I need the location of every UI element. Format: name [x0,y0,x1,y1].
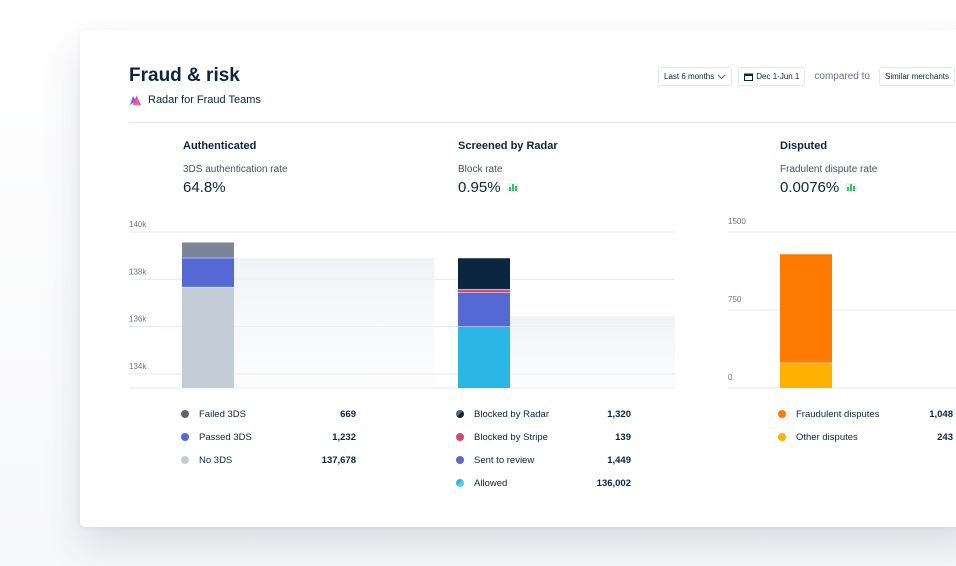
legend-value: 1,449 [607,454,631,466]
legend-value: 1,320 [607,408,631,420]
legend-value: 1,232 [332,431,356,443]
bar-shadow-band [234,257,434,388]
legend-swatch [456,433,464,441]
legend-value: 669 [340,408,356,420]
legend-swatch [456,479,464,487]
legend-label: Allowed [474,477,508,489]
bar-segment-other-disputes [780,362,832,388]
legend-item[interactable]: Sent to review 1,449 [456,453,631,467]
y-tick-label: 138k [129,267,147,276]
legend-swatch [778,410,786,418]
y-tick-label: 140k [129,220,147,229]
legend-label: Other disputes [796,431,858,443]
legend-label: Failed 3DS [199,408,246,420]
bar-segment-fraudulent-disputes [780,253,832,363]
legend-item[interactable]: Passed 3DS 1,232 [181,430,356,444]
legend-label: Blocked by Radar [474,408,549,420]
bar-shadow-band [510,316,675,388]
bar-segment-allowed [458,326,510,388]
legend-value: 136,002 [596,477,631,489]
legend-item[interactable]: Other disputes 243 [778,430,953,444]
legend-item[interactable]: Allowed 136,002 [456,476,631,490]
y-tick-label: 1500 [728,217,746,226]
legend-value: 137,678 [321,454,356,466]
legend-swatch [181,456,189,464]
legend-label: Passed 3DS [199,431,252,443]
legend-item[interactable]: Failed 3DS 669 [181,407,356,421]
bar-segment-passed-3ds [182,257,234,287]
y-tick-label: 750 [728,295,742,304]
legend-item[interactable]: Blocked by Stripe 139 [456,430,631,444]
legend-swatch [456,410,464,418]
y-tick-label: 136k [129,315,147,324]
bar-segment-blocked-by-radar [458,257,510,289]
y-tick-label: 0 [728,373,733,382]
legend-label: Blocked by Stripe [474,431,548,443]
legend-swatch [456,456,464,464]
legend-value: 139 [615,431,631,443]
bar-segment-sent-to-review [458,292,510,327]
legend-value: 243 [937,431,953,443]
y-tick-label: 134k [129,362,147,371]
legend-swatch [778,433,786,441]
legend-item[interactable]: Fraudulent disputes 1,048 [778,407,953,421]
legend-swatch [181,433,189,441]
legend-label: Sent to review [474,454,535,466]
legend-label: Fraudulent disputes [796,408,880,420]
bar-segment-no-3ds [182,286,234,388]
legend-item[interactable]: Blocked by Radar 1,320 [456,407,631,421]
fraud-risk-card: Fraud & risk Radar for Fraud Teams Last … [80,30,956,527]
legend-swatch [181,410,189,418]
legend-label: No 3DS [199,454,233,466]
legend-item[interactable]: No 3DS 137,678 [181,453,356,467]
bar-segment-failed-3ds [182,241,234,258]
legend-value: 1,048 [929,408,953,420]
